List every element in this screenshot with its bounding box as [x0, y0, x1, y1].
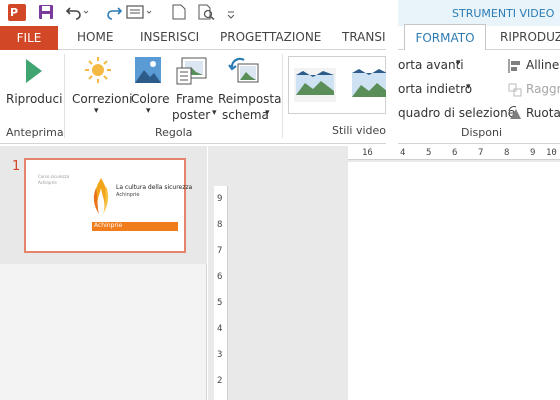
video-style-2[interactable]: [351, 67, 387, 103]
ribbon: Riproduci Anteprima Correzioni ▾ Colore …: [0, 50, 560, 144]
v-tick: 8: [217, 220, 223, 230]
align-icon[interactable]: [508, 58, 522, 73]
corrections-dropdown-icon[interactable]: ▾: [94, 106, 99, 116]
corrections-button[interactable]: Correzioni: [72, 92, 132, 106]
slide-number: 1: [12, 159, 21, 174]
send-backward-button[interactable]: orta indietro: [398, 82, 472, 96]
h-tick: 8: [504, 148, 510, 158]
group-button[interactable]: Raggru: [526, 82, 560, 96]
v-tick: 7: [217, 246, 223, 256]
reset-dropdown-icon[interactable]: ▾: [265, 108, 270, 118]
align-button[interactable]: Allinea: [526, 58, 560, 72]
arrange-group-label: Disponi: [461, 126, 502, 139]
preview-group-label: Anteprima: [6, 126, 64, 139]
video-styles-gallery: [288, 56, 387, 114]
h-tick: 7: [478, 148, 484, 158]
window-gap: [386, 0, 398, 146]
poster-frame-icon[interactable]: [176, 56, 208, 86]
reset-design-button[interactable]: Reimposta: [218, 92, 281, 106]
context-tab-group-label: STRUMENTI VIDEO: [452, 7, 555, 20]
print-preview-icon[interactable]: [198, 4, 216, 21]
v-tick: 6: [217, 272, 223, 282]
slide-thumbnail[interactable]: Corso sicurezza Achinprie La cultura del…: [24, 158, 192, 253]
color-dropdown-icon[interactable]: ▾: [146, 106, 151, 116]
h-tick: 4: [400, 148, 406, 158]
h-tick: 10: [546, 148, 557, 158]
thumb-small-text-1: Corso sicurezza: [38, 174, 70, 179]
tab-format[interactable]: FORMATO: [404, 24, 486, 51]
reset-design-label-2[interactable]: schema: [222, 108, 269, 122]
tab-playback[interactable]: RIPRODUZ: [500, 30, 560, 44]
new-document-icon[interactable]: [172, 4, 186, 20]
v-tick: 9: [217, 194, 223, 204]
poster-frame-button[interactable]: Frame: [176, 92, 213, 106]
horizontal-ruler: 16 4 5 6 7 8 9 10: [348, 146, 560, 160]
play-icon[interactable]: [24, 58, 44, 84]
powerpoint-window: P STRUMENTI VIDEO HOME INSERISCI PROGETT…: [0, 0, 560, 400]
tab-home[interactable]: HOME: [77, 30, 113, 44]
video-style-1[interactable]: [293, 67, 337, 103]
h-tick: 9: [530, 148, 536, 158]
video-styles-group-label: Stili video: [332, 124, 387, 137]
h-tick: 5: [426, 148, 432, 158]
customize-qat-icon[interactable]: [226, 6, 236, 19]
h-tick: 16: [362, 148, 373, 158]
from-beginning-icon[interactable]: [126, 4, 154, 20]
tab-file[interactable]: FILE: [0, 26, 58, 50]
current-slide[interactable]: [348, 162, 560, 400]
h-tick: 6: [452, 148, 458, 158]
redo-icon[interactable]: [106, 4, 123, 20]
v-tick: 3: [217, 350, 223, 360]
selection-pane-button[interactable]: quadro di selezione: [398, 106, 515, 120]
thumb-title: La cultura della sicurezza: [116, 184, 193, 191]
thumb-small-text-2: Achinprie: [38, 180, 57, 185]
v-tick: 2: [217, 376, 223, 386]
color-icon[interactable]: [134, 56, 162, 84]
rotate-icon[interactable]: [508, 105, 522, 119]
poster-dropdown-icon[interactable]: ▾: [212, 108, 217, 118]
send-backward-dropdown-icon[interactable]: ▾: [466, 82, 471, 92]
corrections-icon[interactable]: [84, 56, 112, 84]
thumb-subtitle: Achinprie: [116, 192, 140, 198]
quick-access-toolbar: P: [0, 0, 398, 26]
rotate-button[interactable]: Ruota: [526, 106, 560, 120]
bring-forward-dropdown-icon[interactable]: ▾: [456, 58, 461, 68]
group-icon[interactable]: [508, 82, 522, 97]
thumb-footer-text: Achinprie: [94, 222, 123, 229]
tab-design[interactable]: PROGETTAZIONE: [220, 30, 321, 44]
undo-icon[interactable]: [65, 4, 90, 20]
v-tick: 5: [217, 298, 223, 308]
tab-insert[interactable]: INSERISCI: [140, 30, 199, 44]
bring-forward-button[interactable]: orta avanti: [398, 58, 464, 72]
save-icon[interactable]: [38, 4, 54, 20]
flame-logo-icon: [90, 176, 112, 218]
play-button[interactable]: Riproduci: [6, 92, 62, 106]
v-tick: 4: [217, 324, 223, 334]
adjust-group-label: Regola: [155, 126, 193, 139]
color-button[interactable]: Colore: [131, 92, 169, 106]
app-logo-icon: P: [8, 4, 26, 21]
poster-frame-label-2[interactable]: poster: [172, 108, 210, 122]
reset-design-icon[interactable]: [228, 56, 260, 86]
vertical-ruler: 9 8 7 6 5 4 3 2: [214, 186, 228, 400]
